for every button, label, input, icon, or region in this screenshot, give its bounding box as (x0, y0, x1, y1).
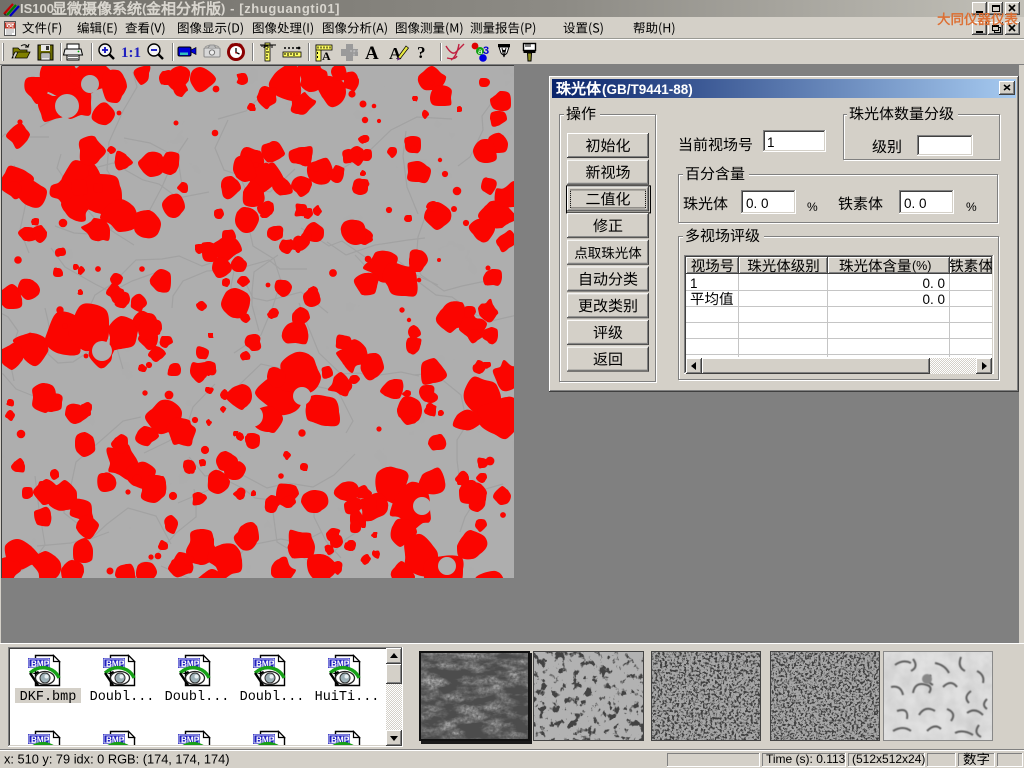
svg-text:1: 1 (690, 276, 698, 291)
svg-text:0. 0: 0. 0 (746, 196, 769, 211)
svg-text:(%): (%) (912, 259, 931, 273)
svg-text:Doubl...: Doubl... (240, 690, 305, 705)
svg-text:A: A (389, 44, 402, 63)
svg-text:DKF.bmp: DKF.bmp (20, 690, 77, 705)
svg-text:0. 0: 0. 0 (922, 292, 945, 307)
svg-text:1:1: 1:1 (121, 45, 141, 61)
svg-text:0. 0: 0. 0 (904, 196, 927, 211)
svg-text:0. 0: 0. 0 (922, 276, 945, 291)
svg-text:(GB/T9441-88): (GB/T9441-88) (602, 82, 693, 97)
svg-text:A: A (365, 43, 379, 64)
svg-text:A: A (322, 49, 331, 63)
svg-text:(: ( (142, 1, 147, 16)
svg-text:Time (s): 0.113: Time (s): 0.113 (766, 752, 846, 766)
svg-text:) - [zhuguangti01]: ) - [zhuguangti01] (221, 1, 340, 16)
svg-text:%: % (807, 200, 818, 214)
svg-text:Doubl...: Doubl... (165, 690, 230, 705)
svg-text:HuiTi...: HuiTi... (315, 690, 380, 705)
svg-text:IS100: IS100 (20, 1, 54, 16)
svg-text:?: ? (417, 43, 426, 62)
svg-text:%: % (966, 200, 977, 214)
svg-text:Doubl...: Doubl... (90, 690, 155, 705)
svg-text:(512x512x24): (512x512x24) (852, 752, 925, 766)
svg-text:1: 1 (767, 135, 775, 150)
svg-text:DOC: DOC (6, 24, 17, 29)
svg-text:x: 510 y: 79 idx: 0 RGB: (174,: x: 510 y: 79 idx: 0 RGB: (174, 174, 174) (4, 752, 230, 767)
